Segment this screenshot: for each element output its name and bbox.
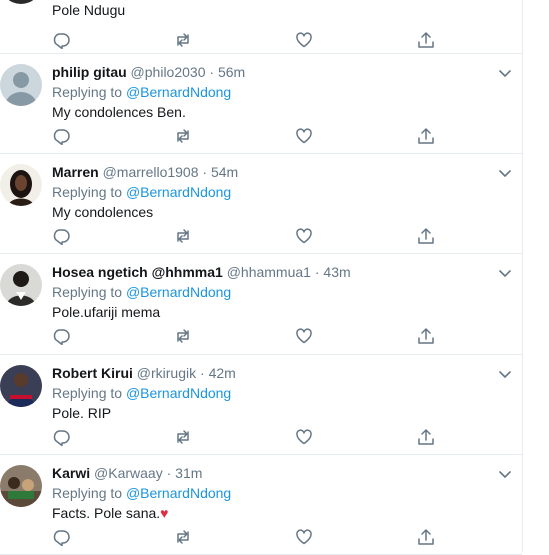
replies-feed: Pole Ndugu philip gitau @philo2030 · 56m… [0,0,523,555]
mention-link[interactable]: @BernardNdong [126,84,231,100]
author-name[interactable]: Hosea ngetich @hhmma1 [52,264,223,280]
avatar[interactable] [0,0,42,4]
tweet-item[interactable]: Marren @marrello1908 · 54m Replying to @… [0,154,522,254]
replying-to: Replying to @BernardNdong [52,82,502,102]
like-icon[interactable] [295,227,313,245]
tweet-item[interactable]: Pole Ndugu [0,0,522,54]
chevron-down-icon[interactable] [498,266,512,277]
like-icon[interactable] [295,528,313,546]
avatar[interactable] [0,164,42,206]
separator-dot: · [202,164,208,180]
author-handle[interactable]: @hhammua1 [227,264,311,280]
replying-prefix: Replying to [52,84,123,100]
tweet-actions [52,31,442,49]
author-handle[interactable]: @Karwaay [94,465,163,481]
retweet-icon[interactable] [174,528,192,546]
like-icon[interactable] [295,428,313,446]
tweet-actions [52,428,442,446]
tweet-item[interactable]: Karwi @Karwaay · 31m Replying to @Bernar… [0,455,522,555]
tweet-actions [52,327,442,345]
separator-dot: · [209,64,215,80]
share-icon[interactable] [417,528,435,546]
mention-link[interactable]: @BernardNdong [126,385,231,401]
reply-icon[interactable] [52,528,70,546]
chevron-down-icon[interactable] [498,166,512,177]
replying-to: Replying to @BernardNdong [52,282,502,302]
tweet-text: Pole. RIP [52,405,112,421]
tweet-item[interactable]: Hosea ngetich @hhmma1 @hhammua1 · 43m Re… [0,254,522,355]
tweet-text: My condolences [52,204,154,220]
separator-dot: · [166,465,172,481]
author-name[interactable]: Karwi [52,465,90,481]
reply-icon[interactable] [52,31,70,49]
share-icon[interactable] [417,127,435,145]
timestamp[interactable]: 42m [209,365,236,381]
mention-link[interactable]: @BernardNdong [126,485,231,501]
retweet-icon[interactable] [174,31,192,49]
separator-dot: · [314,264,320,280]
reply-icon[interactable] [52,127,70,145]
avatar[interactable] [0,264,42,306]
timestamp[interactable]: 54m [211,164,238,180]
replying-prefix: Replying to [52,284,123,300]
author-handle[interactable]: @marrello1908 [103,164,199,180]
tweet-text-line: Facts. Pole sana.♥ [52,503,502,523]
share-icon[interactable] [417,227,435,245]
reply-icon[interactable] [52,428,70,446]
mention-link[interactable]: @BernardNdong [126,184,231,200]
reply-icon[interactable] [52,227,70,245]
share-icon[interactable] [417,31,435,49]
separator-dot: · [200,365,205,381]
tweet-text: Pole.ufariji mema [52,304,161,320]
chevron-down-icon[interactable] [498,367,512,378]
reply-icon[interactable] [52,327,70,345]
tweet-text: Pole Ndugu [52,2,126,18]
avatar[interactable] [0,365,42,407]
like-icon[interactable] [295,127,313,145]
author-name[interactable]: philip gitau [52,64,127,80]
tweet-item[interactable]: philip gitau @philo2030 · 56m Replying t… [0,54,522,154]
replying-prefix: Replying to [52,385,123,401]
tweet-actions [52,528,442,546]
chevron-down-icon[interactable] [498,66,512,77]
tweet-actions [52,127,442,145]
replying-to: Replying to @BernardNdong [52,383,502,403]
replying-prefix: Replying to [52,184,123,200]
red-heart-emoji: ♥ [160,505,169,521]
tweet-text: My condolences Ben. [52,104,186,120]
retweet-icon[interactable] [174,227,192,245]
share-icon[interactable] [417,327,435,345]
timestamp[interactable]: 31m [175,465,202,481]
like-icon[interactable] [295,31,313,49]
tweet-item[interactable]: Robert Kirui @rkirugik · 42m Replying to… [0,355,522,455]
timestamp[interactable]: 43m [323,264,350,280]
replying-to: Replying to @BernardNdong [52,182,502,202]
replying-prefix: Replying to [52,485,123,501]
author-handle[interactable]: @philo2030 [131,64,206,80]
avatar[interactable] [0,64,42,106]
share-icon[interactable] [417,428,435,446]
author-handle[interactable]: @rkirugik [137,365,196,381]
retweet-icon[interactable] [174,428,192,446]
author-name[interactable]: Robert Kirui [52,365,133,381]
tweet-text: Facts. Pole sana. [52,505,161,521]
chevron-down-icon[interactable] [498,467,512,478]
retweet-icon[interactable] [174,327,192,345]
retweet-icon[interactable] [174,127,192,145]
like-icon[interactable] [295,327,313,345]
replying-to: Replying to @BernardNdong [52,483,502,503]
mention-link[interactable]: @BernardNdong [126,284,231,300]
author-name[interactable]: Marren [52,164,99,180]
timestamp[interactable]: 56m [218,64,245,80]
tweet-actions [52,227,442,245]
avatar[interactable] [0,465,42,507]
